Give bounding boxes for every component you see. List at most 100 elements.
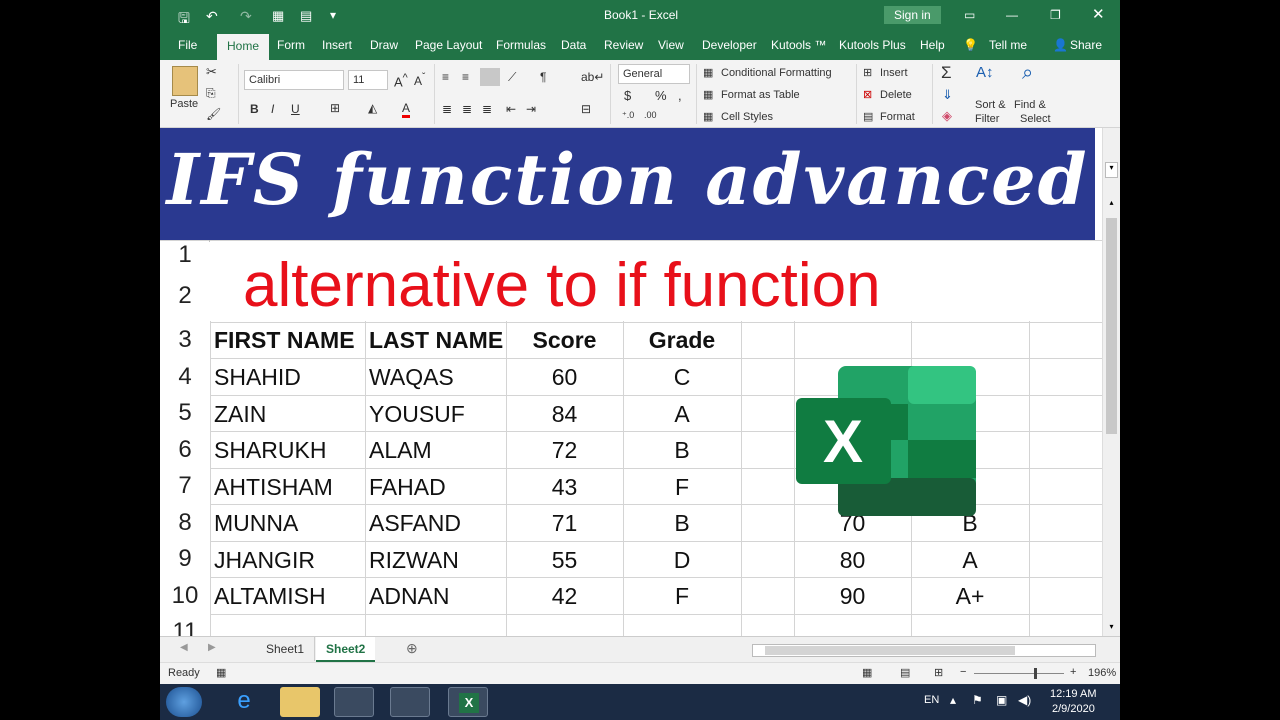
share-icon[interactable]: 👤 <box>1053 38 1068 52</box>
row-header[interactable]: 10 <box>160 579 210 616</box>
align-middle-icon[interactable]: ≡ <box>462 70 469 84</box>
sign-in-button[interactable]: Sign in <box>884 6 941 24</box>
table-cell[interactable]: AHTISHAM <box>214 474 364 501</box>
volume-icon[interactable]: ◀) <box>1018 693 1031 707</box>
column-header-cell[interactable]: FIRST NAME <box>214 327 364 354</box>
table-cell[interactable]: YOUSUF <box>369 401 505 428</box>
column-header-cell[interactable]: Score <box>506 327 623 354</box>
sort-filter-label[interactable]: Sort & <box>975 99 1006 111</box>
tab-kutools-plus[interactable]: Kutools Plus <box>839 38 906 52</box>
grow-font-icon[interactable]: A^ <box>394 72 408 89</box>
row-header[interactable]: 6 <box>160 433 210 470</box>
table-cell[interactable]: 60 <box>506 364 623 391</box>
row-header[interactable]: 11 <box>160 616 210 636</box>
normal-view-icon[interactable]: ▦ <box>862 666 872 679</box>
align-left-icon[interactable]: ≣ <box>442 102 452 116</box>
tab-view[interactable]: View <box>658 38 684 52</box>
page-break-view-icon[interactable]: ⊞ <box>934 666 943 679</box>
prev-sheet-icon[interactable]: ◀ <box>180 642 188 653</box>
paste-button[interactable]: Paste <box>170 98 198 110</box>
table-cell[interactable]: 71 <box>506 510 623 537</box>
italic-button[interactable]: I <box>271 102 274 116</box>
language-indicator[interactable]: EN <box>924 694 939 706</box>
autosum-button[interactable]: Σ <box>941 63 952 83</box>
orientation-icon[interactable]: ⟋ <box>508 70 516 85</box>
lookup-grade-cell[interactable]: A <box>911 547 1029 574</box>
table-cell[interactable]: 55 <box>506 547 623 574</box>
vertical-scrollbar[interactable]: ▾ ▴ ▾ <box>1102 128 1120 636</box>
merge-center-icon[interactable]: ⊟ <box>581 102 591 116</box>
column-header-cell[interactable]: LAST NAME <box>369 327 505 354</box>
table-cell[interactable]: FAHAD <box>369 474 505 501</box>
table-icon[interactable]: ▤ <box>300 8 312 24</box>
clock-date[interactable]: 2/9/2020 <box>1052 703 1095 715</box>
row-header[interactable]: 3 <box>160 324 210 360</box>
format-as-table-button[interactable]: Format as Table <box>721 89 800 101</box>
percent-button[interactable]: % <box>655 88 667 103</box>
column-header-cell[interactable]: Grade <box>623 327 741 354</box>
tell-me-input[interactable]: Tell me <box>989 38 1027 52</box>
increase-decimal-icon[interactable]: ⁺.0 <box>622 110 634 121</box>
macro-record-icon[interactable]: ▦ <box>216 666 226 679</box>
media-player-icon[interactable] <box>334 687 374 717</box>
table-cell[interactable]: ALAM <box>369 437 505 464</box>
table-cell[interactable]: ZAIN <box>214 401 364 428</box>
font-name-select[interactable]: Calibri <box>244 70 344 90</box>
text-direction-icon[interactable]: ¶ <box>540 70 546 84</box>
tab-formulas[interactable]: Formulas <box>496 38 546 52</box>
table-cell[interactable]: SHARUKH <box>214 437 364 464</box>
zoom-level[interactable]: 196% <box>1088 667 1116 679</box>
increase-indent-icon[interactable]: ⇥ <box>526 102 536 116</box>
align-right-icon[interactable]: ≣ <box>482 102 492 116</box>
table-cell[interactable]: SHAHID <box>214 364 364 391</box>
tab-help[interactable]: Help <box>920 38 945 52</box>
tab-file[interactable]: File <box>178 38 197 52</box>
decrease-decimal-icon[interactable]: .00 <box>644 110 657 120</box>
cell-styles-button[interactable]: Cell Styles <box>721 111 773 123</box>
borders-icon[interactable]: ⊞ <box>330 101 340 115</box>
table-cell[interactable]: ALTAMISH <box>214 583 364 610</box>
table-cell[interactable]: ADNAN <box>369 583 505 610</box>
add-sheet-icon[interactable]: ⊕ <box>406 640 418 657</box>
table-cell[interactable]: ASFAND <box>369 510 505 537</box>
format-painter-icon[interactable]: 🖌 <box>206 107 221 121</box>
zoom-out-icon[interactable]: − <box>960 666 966 678</box>
table-cell[interactable]: B <box>623 437 741 464</box>
align-top-icon[interactable]: ≡ <box>442 70 449 84</box>
row-header[interactable]: 5 <box>160 397 210 433</box>
table-cell[interactable]: D <box>623 547 741 574</box>
table-cell[interactable]: A <box>623 401 741 428</box>
undo-icon[interactable]: ↶ <box>206 8 218 25</box>
fill-color-icon[interactable]: ◭ <box>368 101 377 115</box>
horizontal-scroll-thumb[interactable] <box>765 646 1015 655</box>
cut-icon[interactable]: ✂ <box>206 64 217 80</box>
table-cell[interactable]: F <box>623 583 741 610</box>
close-icon[interactable]: ✕ <box>1092 5 1105 23</box>
zoom-slider-thumb[interactable] <box>1034 668 1037 679</box>
zoom-in-icon[interactable]: + <box>1070 666 1076 678</box>
lookup-score-cell[interactable]: 80 <box>794 547 911 574</box>
font-color-icon[interactable]: A <box>402 101 411 118</box>
row-header[interactable]: 1 <box>160 242 210 272</box>
underline-button[interactable]: U <box>291 102 300 116</box>
bold-button[interactable]: B <box>250 102 259 116</box>
fill-icon[interactable]: ⇓ <box>942 87 953 103</box>
tab-review[interactable]: Review <box>604 38 643 52</box>
table-cell[interactable]: 84 <box>506 401 623 428</box>
format-cells-button[interactable]: Format <box>880 111 915 123</box>
tab-home[interactable]: Home <box>217 34 270 60</box>
clear-icon[interactable]: ◈ <box>942 108 952 124</box>
wrap-text-icon[interactable]: ab↵ <box>581 70 604 84</box>
flag-icon[interactable]: ⚑ <box>972 693 983 707</box>
row-header[interactable]: 8 <box>160 506 210 543</box>
font-size-select[interactable]: 11 <box>348 70 388 90</box>
table-cell[interactable]: RIZWAN <box>369 547 505 574</box>
scroll-thumb[interactable] <box>1106 218 1117 434</box>
tab-data[interactable]: Data <box>561 38 586 52</box>
tab-draw[interactable]: Draw <box>370 38 398 52</box>
tab-form[interactable]: Form <box>277 38 305 52</box>
horizontal-scrollbar[interactable] <box>752 644 1096 657</box>
page-layout-view-icon[interactable]: ▤ <box>900 666 910 679</box>
row-header[interactable]: 2 <box>160 272 210 324</box>
internet-explorer-icon[interactable]: e <box>224 687 264 717</box>
